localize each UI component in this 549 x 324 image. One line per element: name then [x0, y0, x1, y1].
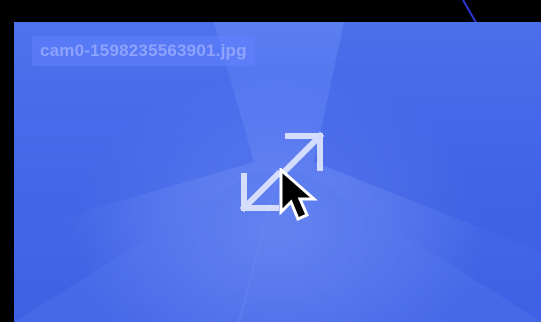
- frame-border-right: [541, 0, 549, 324]
- image-viewer-frame: cam0-1598235563901.jpg: [0, 0, 549, 324]
- image-thumbnail[interactable]: cam0-1598235563901.jpg: [14, 22, 542, 322]
- image-filename-label: cam0-1598235563901.jpg: [32, 36, 255, 66]
- expand-icon[interactable]: [240, 130, 324, 214]
